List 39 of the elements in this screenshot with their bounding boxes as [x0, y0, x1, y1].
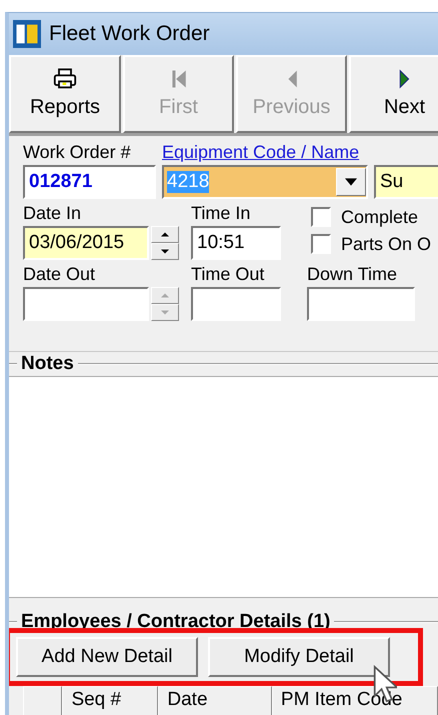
- field-label: Work Order #: [23, 142, 132, 163]
- equipment-name-field[interactable]: Su: [374, 164, 438, 199]
- field-label: Down Time: [307, 264, 398, 285]
- detail-button[interactable]: Add New Detail: [16, 637, 198, 677]
- first-record-icon: [170, 68, 187, 90]
- group-title: Notes: [21, 353, 74, 375]
- next-arrow-icon: [398, 68, 410, 90]
- checkbox-label[interactable]: Complete: [341, 206, 418, 228]
- date-spinner[interactable]: [151, 226, 179, 260]
- date-out-field[interactable]: [23, 286, 149, 321]
- column-header[interactable]: [23, 686, 62, 715]
- down-arrow-icon: [161, 248, 169, 254]
- work-order-field[interactable]: 012871: [23, 164, 156, 199]
- checkbox[interactable]: [311, 207, 331, 228]
- down-arrow-icon: [161, 310, 169, 315]
- equipment-code-text: 4218: [167, 170, 210, 193]
- printer-icon: [53, 68, 77, 90]
- column-header[interactable]: Seq #: [62, 686, 158, 715]
- time-in-field[interactable]: 10:51: [191, 226, 281, 260]
- caret-icon: [345, 178, 357, 186]
- toolbar-button[interactable]: Next: [349, 54, 438, 133]
- app-logo-icon: [13, 20, 41, 48]
- field-label: Date Out: [23, 264, 96, 285]
- previous-arrow-icon: [286, 68, 298, 90]
- down-time-field[interactable]: [307, 286, 415, 321]
- detail-button[interactable]: Modify Detail: [208, 637, 390, 677]
- field-label: Time In: [191, 202, 252, 224]
- field-label: Date In: [23, 202, 82, 224]
- equipment-link[interactable]: Equipment Code / Name: [162, 142, 438, 163]
- up-arrow-icon: [161, 232, 169, 237]
- time-out-field[interactable]: [191, 286, 281, 321]
- column-header[interactable]: Date: [158, 686, 272, 715]
- toolbar-button[interactable]: Reports: [9, 54, 121, 133]
- field-label: Time Out: [191, 264, 266, 285]
- checkbox-label[interactable]: Parts On O: [341, 234, 432, 255]
- up-arrow-icon: [161, 292, 169, 298]
- checkbox[interactable]: [311, 234, 331, 254]
- date-in-field[interactable]: 03/06/2015: [23, 226, 149, 260]
- window-title: Fleet Work Order: [49, 22, 210, 46]
